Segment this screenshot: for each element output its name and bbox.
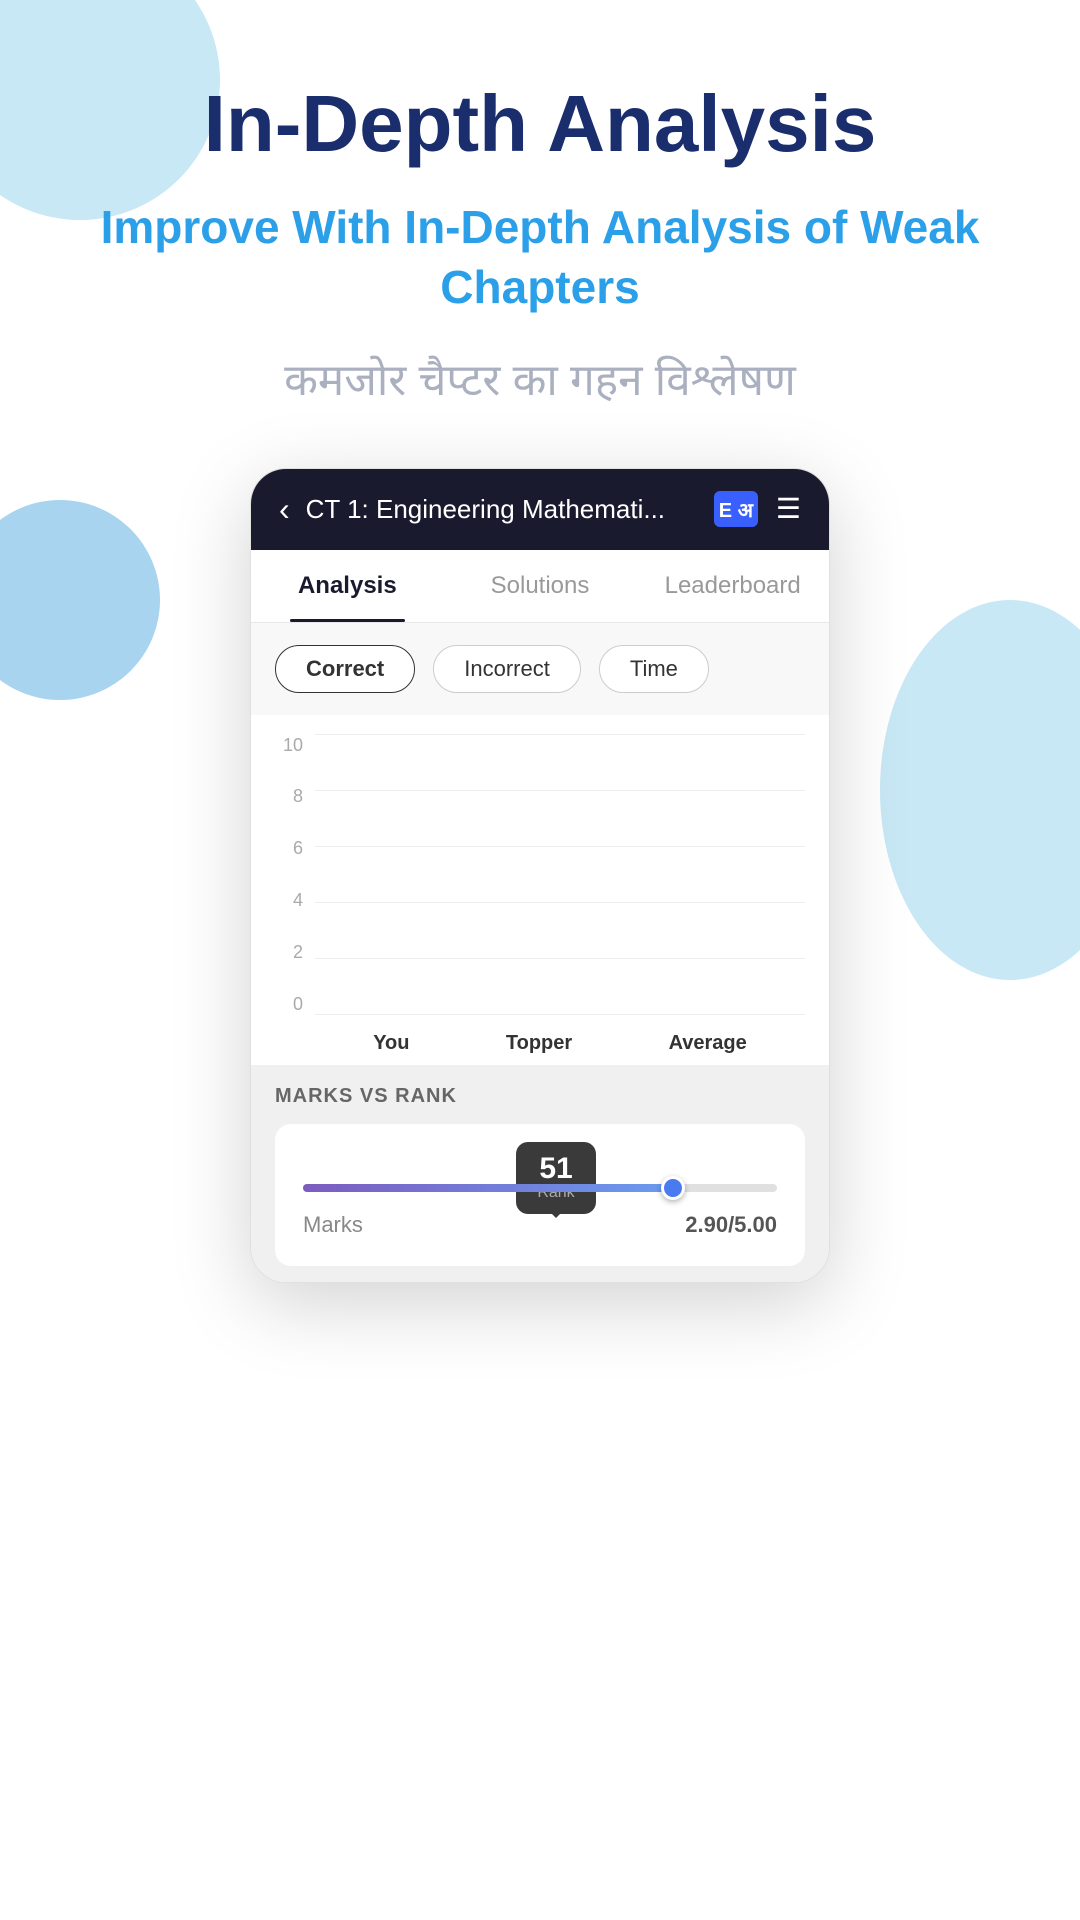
y-label-0: 0	[275, 994, 303, 1015]
bar-label-topper: Topper	[506, 1032, 572, 1055]
marks-key: Marks	[303, 1212, 363, 1238]
rank-number: 51	[536, 1154, 576, 1184]
filter-incorrect[interactable]: Incorrect	[433, 645, 581, 693]
bar-chart: 0 2 4 6 8 10	[275, 735, 805, 1055]
tab-bar: Analysis Solutions Leaderboard	[251, 550, 829, 623]
subtitle-hindi: कमजोर चैप्टर का गहन विश्लेषण	[284, 348, 796, 408]
tab-solutions[interactable]: Solutions	[444, 550, 637, 622]
slider-fill	[303, 1184, 673, 1192]
y-label-10: 10	[275, 735, 303, 756]
y-axis: 0 2 4 6 8 10	[275, 735, 315, 1055]
header-title: CT 1: Engineering Mathemati...	[306, 494, 698, 525]
marks-row: Marks 2.90/5.00	[303, 1212, 777, 1238]
marks-section-title: MARKS VS RANK	[275, 1085, 805, 1108]
filter-correct[interactable]: Correct	[275, 645, 415, 693]
menu-icon[interactable]: ☰	[776, 495, 801, 523]
marks-card: 51 Rank Marks 2.90/5.00	[275, 1124, 805, 1266]
filter-pills: Correct Incorrect Time	[251, 623, 829, 715]
y-label-6: 6	[275, 838, 303, 859]
main-title: In-Depth Analysis	[204, 80, 877, 168]
marks-value: 2.90/5.00	[685, 1212, 777, 1238]
phone-header: ‹ CT 1: Engineering Mathemati... E अ ☰	[251, 469, 829, 550]
slider-thumb[interactable]	[661, 1176, 685, 1200]
subtitle-english: Improve With In-Depth Analysis of Weak C…	[60, 198, 1020, 318]
filter-time[interactable]: Time	[599, 645, 709, 693]
back-button[interactable]: ‹	[279, 491, 290, 528]
y-label-4: 4	[275, 890, 303, 911]
marks-vs-rank-section: MARKS VS RANK 51 Rank Marks 2.90/5.00	[251, 1065, 829, 1282]
book-icon[interactable]: E अ	[714, 491, 758, 527]
bar-label-you: You	[373, 1032, 409, 1055]
tab-leaderboard[interactable]: Leaderboard	[636, 550, 829, 622]
header-icons: E अ ☰	[714, 491, 801, 527]
bar-label-average: Average	[669, 1032, 747, 1055]
tab-analysis[interactable]: Analysis	[251, 550, 444, 622]
chart-area: 0 2 4 6 8 10	[251, 715, 829, 1065]
chart-inner: You Topper Average	[315, 735, 805, 1055]
y-label-2: 2	[275, 942, 303, 963]
rank-tooltip: 51 Rank	[516, 1142, 596, 1214]
marks-slider[interactable]	[303, 1184, 777, 1192]
phone-mockup: ‹ CT 1: Engineering Mathemati... E अ ☰ A…	[250, 468, 830, 1283]
y-label-8: 8	[275, 786, 303, 807]
